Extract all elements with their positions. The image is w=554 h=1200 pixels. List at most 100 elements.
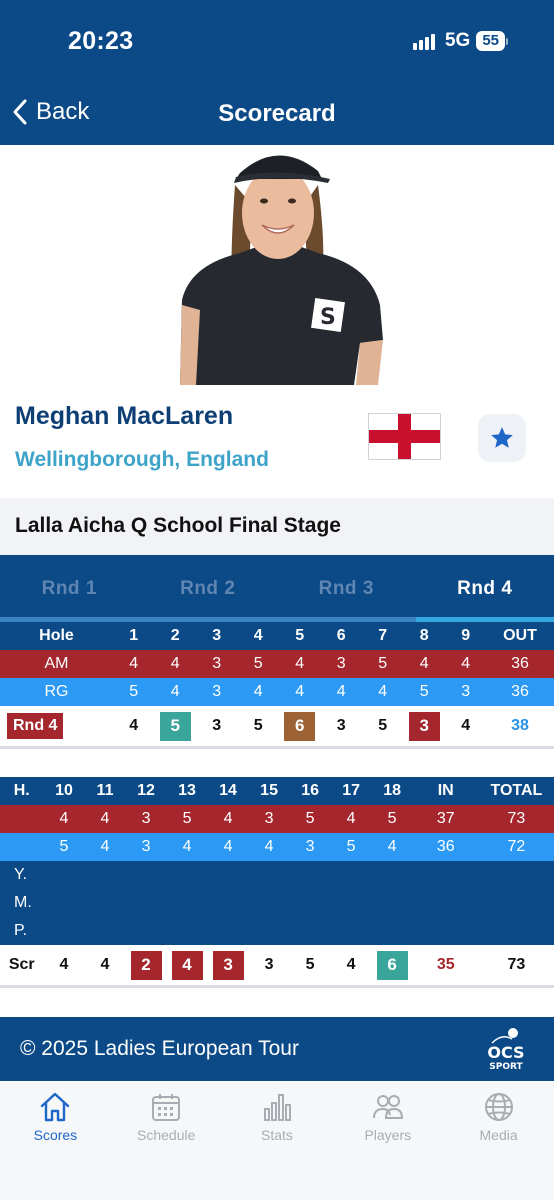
svg-text:OCS: OCS [487, 1043, 524, 1062]
hole-number: 2 [170, 627, 180, 644]
par-value: 4 [378, 683, 388, 700]
round-tabs: Rnd 1 Rnd 2 Rnd 3 Rnd 4 [0, 555, 554, 622]
par-in-total: 37 [436, 810, 455, 827]
par-value: 4 [295, 683, 305, 700]
yardage-row-p: P. [0, 917, 554, 945]
calendar-icon [152, 1094, 181, 1121]
hole-number: 18 [383, 782, 402, 799]
hole-score-double-bogey: 6 [284, 711, 316, 741]
hole-score: 5 [378, 717, 388, 734]
hole-score: 4 [129, 717, 139, 734]
nav-scores[interactable]: Scores [0, 1081, 111, 1200]
par-value: 3 [141, 810, 151, 827]
par-value: 3 [212, 683, 222, 700]
par-value: 5 [305, 810, 315, 827]
par-value: 4 [170, 655, 180, 672]
par-value: 4 [100, 838, 110, 855]
hole-score: 4 [346, 956, 356, 973]
home-icon [41, 1092, 70, 1122]
am-label: AM [44, 655, 69, 672]
bottom-navigation: Scores Schedule Stats Players Media [0, 1081, 554, 1200]
svg-text:S: S [320, 305, 336, 330]
hole-number: 14 [219, 782, 237, 799]
nav-schedule[interactable]: Schedule [111, 1081, 222, 1200]
event-name: Lalla Aicha Q School Final Stage [15, 514, 341, 537]
rg-label: RG [44, 683, 69, 700]
total-label: TOTAL [490, 782, 543, 799]
player-photo: S [0, 145, 554, 385]
hole-score: 4 [100, 956, 110, 973]
yardage-row-y: Y. [0, 861, 554, 889]
round-label-badge: Rnd 4 [7, 713, 64, 739]
divider [0, 985, 554, 988]
out-score-total: 38 [511, 717, 529, 734]
par-value: 5 [129, 683, 139, 700]
hole-label: Hole [39, 627, 74, 644]
nav-stats[interactable]: Stats [222, 1081, 333, 1200]
hole-number: 11 [96, 782, 114, 799]
par-value: 4 [170, 683, 180, 700]
hole-number: 9 [461, 627, 471, 644]
star-icon [491, 427, 513, 448]
par-value: 5 [378, 655, 388, 672]
hole-number: 4 [253, 627, 263, 644]
event-bar: Lalla Aicha Q School Final Stage [0, 498, 554, 555]
hole-score: 3 [336, 717, 346, 734]
svg-text:SPORT: SPORT [489, 1062, 523, 1072]
hole-score-bogey: 6 [376, 950, 408, 980]
nav-label: Stats [261, 1127, 293, 1143]
par-value: 4 [59, 810, 69, 827]
nav-media[interactable]: Media [443, 1081, 554, 1200]
hole-label: H. [13, 782, 30, 799]
par-total: 72 [507, 838, 526, 855]
par-value: 4 [264, 838, 274, 855]
hole-number: 10 [55, 782, 73, 799]
yardage-row-m: M. [0, 889, 554, 917]
england-flag-icon [368, 413, 441, 460]
par-value: 4 [295, 655, 305, 672]
footer: © 2025 Ladies European Tour OCS SPORT [0, 1017, 554, 1081]
tab-round-3[interactable]: Rnd 3 [277, 555, 416, 622]
back-score-row: Scr 4 4 2 4 3 3 5 4 6 35 73 [0, 945, 554, 985]
battery-level: 55 [476, 31, 505, 51]
status-time: 20:23 [68, 27, 134, 55]
ocs-sport-logo: OCS SPORT [487, 1028, 525, 1072]
hole-number: 1 [129, 627, 139, 644]
par-value: 3 [212, 655, 222, 672]
tab-round-4[interactable]: Rnd 4 [415, 555, 554, 622]
back-nine-scorecard: H. 10 11 12 13 14 15 16 17 18 IN TOTAL 4… [0, 777, 554, 988]
hole-number: 17 [342, 782, 360, 799]
out-label: OUT [503, 627, 537, 644]
par-value: 4 [100, 810, 110, 827]
par-value: 5 [253, 655, 263, 672]
par-value: 3 [461, 683, 471, 700]
par-out-total: 36 [511, 655, 529, 672]
status-indicators: 5G 55 [412, 30, 508, 52]
hole-number: 5 [295, 627, 305, 644]
par-value: 3 [141, 838, 151, 855]
tab-round-1[interactable]: Rnd 1 [0, 555, 139, 622]
hole-number: 13 [178, 782, 196, 799]
hole-number: 15 [260, 782, 278, 799]
par-value: 5 [182, 810, 192, 827]
par-value: 4 [223, 810, 233, 827]
player-name: Meghan MacLaren [15, 402, 234, 430]
hole-number: 6 [336, 627, 346, 644]
tab-round-2[interactable]: Rnd 2 [138, 555, 277, 622]
par-value: 5 [419, 683, 429, 700]
hole-score-bogey: 3 [408, 711, 440, 741]
par-value: 3 [336, 655, 346, 672]
round-score-row: Rnd 4 4 5 3 5 6 3 5 3 4 38 [0, 706, 554, 746]
hole-score: 5 [253, 717, 263, 734]
par-out-total: 36 [511, 683, 529, 700]
favorite-button[interactable] [478, 414, 526, 462]
divider [0, 746, 554, 749]
hole-score-birdie: 5 [159, 711, 191, 741]
hole-score-birdie: 4 [171, 950, 203, 980]
hole-score-birdie: 3 [212, 950, 244, 980]
hole-score-eagle: 2 [130, 950, 162, 980]
par-value: 4 [346, 810, 356, 827]
nav-players[interactable]: Players [332, 1081, 443, 1200]
par-value: 5 [387, 810, 397, 827]
par-value: 5 [346, 838, 356, 855]
